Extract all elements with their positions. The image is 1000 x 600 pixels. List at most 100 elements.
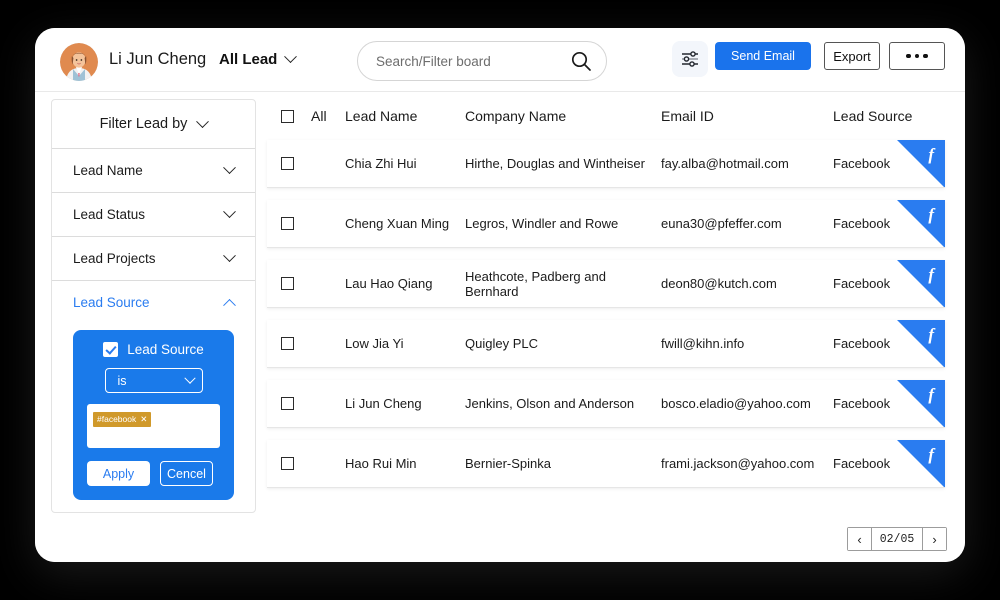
column-header-lead-source: Lead Source bbox=[833, 108, 913, 124]
more-options-button[interactable] bbox=[889, 42, 945, 70]
avatar[interactable] bbox=[60, 43, 98, 81]
row-select-cell[interactable] bbox=[267, 397, 311, 410]
cell-email-id: fwill@kihn.info bbox=[661, 336, 745, 351]
user-name: Li Jun Cheng bbox=[109, 50, 207, 68]
top-bar: Li Jun Cheng All Lead Search/Filter boar… bbox=[35, 28, 965, 92]
table-row[interactable]: Chia Zhi Hui Hirthe, Douglas and Winthei… bbox=[267, 140, 945, 188]
cell-company-name: Jenkins, Olson and Anderson bbox=[465, 396, 635, 411]
filter-settings-button[interactable] bbox=[672, 41, 708, 77]
table-row[interactable]: Hao Rui Min Bernier-Spinka frami.jackson… bbox=[267, 440, 945, 488]
export-button[interactable]: Export bbox=[824, 42, 880, 70]
row-select-cell[interactable] bbox=[267, 457, 311, 470]
row-select-cell[interactable] bbox=[267, 337, 311, 350]
cell-email-id: fay.alba@hotmail.com bbox=[661, 156, 789, 171]
table-row[interactable]: Cheng Xuan Ming Legros, Windler and Rowe… bbox=[267, 200, 945, 248]
popover-actions: Apply Cencel bbox=[87, 461, 220, 486]
cell-email-id: deon80@kutch.com bbox=[661, 276, 777, 291]
cell-lead-name: Li Jun Cheng bbox=[345, 396, 422, 411]
cell-company-name: Legros, Windler and Rowe bbox=[465, 216, 619, 231]
row-checkbox[interactable] bbox=[281, 457, 294, 470]
row-checkbox[interactable] bbox=[281, 277, 294, 290]
cell-lead-name: Chia Zhi Hui bbox=[345, 156, 417, 171]
app-root: Li Jun Cheng All Lead Search/Filter boar… bbox=[0, 0, 1000, 600]
row-select-cell[interactable] bbox=[267, 277, 311, 290]
cell-company-name: Hirthe, Douglas and Wintheiser bbox=[465, 156, 645, 171]
column-header-company-name: Company Name bbox=[465, 108, 567, 124]
filter-tag-label: #facebook bbox=[97, 414, 137, 424]
content-area: Filter Lead by Lead Name Lead Status Lea… bbox=[35, 92, 965, 562]
sidebar-item-lead-projects[interactable]: Lead Projects bbox=[52, 236, 255, 280]
table-row[interactable]: Li Jun Cheng Jenkins, Olson and Anderson… bbox=[267, 380, 945, 428]
cell-email-id: euna30@pfeffer.com bbox=[661, 216, 782, 231]
popover-checkbox-row[interactable]: Lead Source bbox=[87, 342, 220, 357]
sidebar-item-lead-status[interactable]: Lead Status bbox=[52, 192, 255, 236]
cell-lead-name: Lau Hao Qiang bbox=[345, 276, 433, 291]
facebook-letter: f bbox=[928, 145, 934, 164]
operator-select[interactable]: is bbox=[104, 368, 203, 393]
sidebar-item-lead-name[interactable]: Lead Name bbox=[52, 148, 255, 192]
facebook-letter: f bbox=[928, 265, 934, 284]
search-input[interactable] bbox=[376, 53, 570, 69]
popover-checkbox-label: Lead Source bbox=[127, 342, 204, 357]
filter-sidebar: Filter Lead by Lead Name Lead Status Lea… bbox=[51, 99, 256, 513]
app-window: Li Jun Cheng All Lead Search/Filter boar… bbox=[35, 28, 965, 562]
chevron-right-icon[interactable]: › bbox=[922, 528, 946, 550]
sidebar-item-label: Lead Name bbox=[73, 163, 143, 178]
row-checkbox[interactable] bbox=[281, 157, 294, 170]
table-row[interactable]: Low Jia Yi Quigley PLC fwill@kihn.info F… bbox=[267, 320, 945, 368]
cell-email-id: bosco.eladio@yahoo.com bbox=[661, 396, 811, 411]
facebook-letter: f bbox=[928, 385, 934, 404]
ellipsis-icon bbox=[906, 53, 928, 59]
chevron-down-icon bbox=[196, 114, 210, 128]
chevron-left-icon[interactable]: ‹ bbox=[848, 528, 872, 550]
cell-company-name: Bernier-Spinka bbox=[465, 456, 551, 471]
chevron-up-icon bbox=[223, 298, 236, 312]
chevron-down-icon bbox=[284, 50, 298, 64]
page-indicator: 02/05 bbox=[879, 532, 915, 546]
lead-scope-label: All Lead bbox=[219, 51, 278, 68]
facebook-letter: f bbox=[928, 205, 934, 224]
row-checkbox[interactable] bbox=[281, 337, 294, 350]
row-select-cell[interactable] bbox=[267, 217, 311, 230]
send-email-button[interactable]: Send Email bbox=[715, 42, 811, 70]
leads-table: All Lead Name Company Name Email ID Lead… bbox=[267, 92, 945, 500]
apply-button[interactable]: Apply bbox=[87, 461, 150, 486]
cancel-button[interactable]: Cencel bbox=[160, 461, 213, 486]
sidebar-item-label: Lead Source bbox=[73, 295, 150, 310]
table-row[interactable]: Lau Hao Qiang Heathcote, Padberg and Ber… bbox=[267, 260, 945, 308]
cell-lead-name: Low Jia Yi bbox=[345, 336, 404, 351]
chevron-down-icon bbox=[223, 161, 236, 175]
sidebar-item-lead-source[interactable]: Lead Source bbox=[52, 280, 255, 324]
sliders-settings-icon bbox=[682, 51, 698, 67]
column-header-email-id: Email ID bbox=[661, 108, 714, 124]
tag-input-field[interactable]: #facebook ✕ bbox=[87, 404, 220, 448]
search-box[interactable] bbox=[357, 41, 607, 81]
chevron-down-icon bbox=[183, 372, 196, 384]
search-icon[interactable] bbox=[570, 50, 592, 72]
lead-source-checkbox[interactable] bbox=[103, 342, 119, 357]
facebook-letter: f bbox=[928, 445, 934, 464]
cell-lead-name: Hao Rui Min bbox=[345, 456, 417, 471]
column-header-lead-name: Lead Name bbox=[345, 108, 418, 124]
lead-source-filter-popover: Lead Source is #facebook ✕ Apply Cencel bbox=[73, 330, 234, 500]
chevron-down-icon bbox=[223, 205, 236, 219]
column-header-all: All bbox=[311, 108, 327, 124]
row-select-cell[interactable] bbox=[267, 157, 311, 170]
filter-sidebar-title[interactable]: Filter Lead by bbox=[52, 100, 255, 148]
table-header-row: All Lead Name Company Name Email ID Lead… bbox=[267, 92, 945, 140]
row-checkbox[interactable] bbox=[281, 217, 294, 230]
close-icon[interactable]: ✕ bbox=[140, 414, 147, 425]
chevron-down-icon bbox=[223, 249, 236, 263]
select-all-cell[interactable] bbox=[267, 109, 311, 123]
facebook-letter: f bbox=[928, 325, 934, 344]
filter-sidebar-title-label: Filter Lead by bbox=[99, 116, 188, 132]
cell-lead-name: Cheng Xuan Ming bbox=[345, 216, 450, 231]
cell-company-name: Heathcote, Padberg and Bernhard bbox=[465, 268, 606, 299]
operator-select-value: is bbox=[117, 373, 127, 388]
sidebar-item-label: Lead Status bbox=[73, 207, 146, 222]
row-checkbox[interactable] bbox=[281, 397, 294, 410]
cell-email-id: frami.jackson@yahoo.com bbox=[661, 456, 815, 471]
select-all-checkbox[interactable] bbox=[281, 109, 294, 123]
lead-scope-dropdown[interactable]: All Lead bbox=[219, 50, 298, 68]
filter-tag[interactable]: #facebook ✕ bbox=[93, 411, 152, 427]
